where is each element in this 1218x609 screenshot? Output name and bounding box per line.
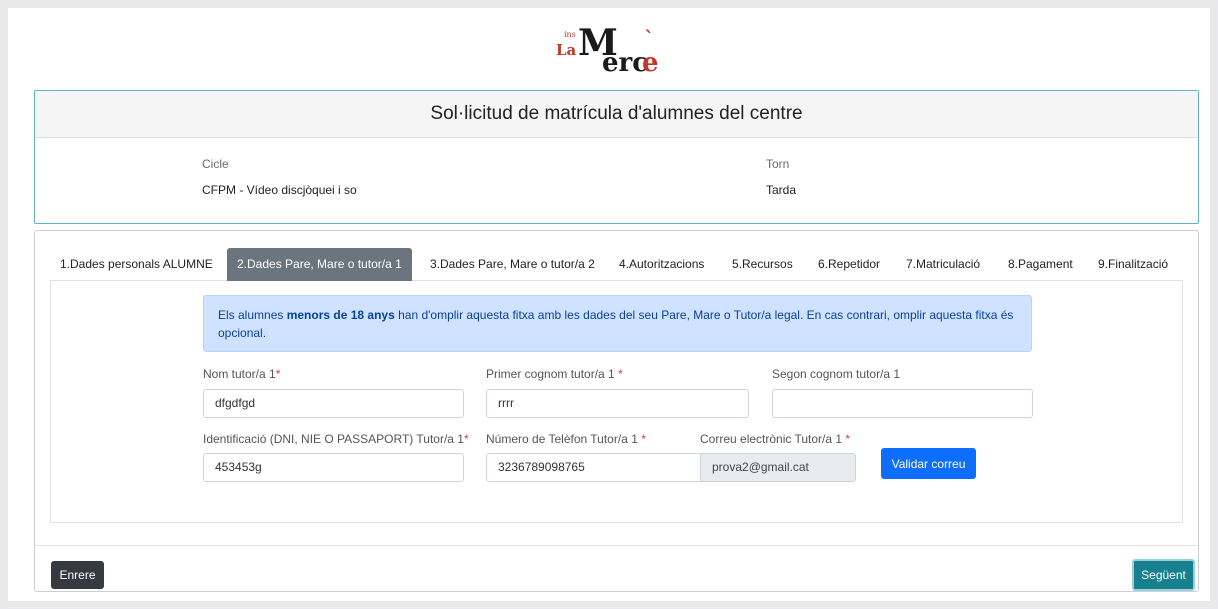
tab-matriculacio[interactable]: 7.Matriculació [896,248,990,281]
segon-cognom-input[interactable] [772,389,1033,418]
torn-label: Torn [766,157,790,171]
tab-dades-alumne[interactable]: 1.Dades personals ALUMNE [50,248,223,281]
cicle-value: CFPM - Vídeo discjòquei i so [202,183,357,197]
la-merce-logo-icon: ins La M erc e ` [556,22,659,78]
tab-finalitzacio[interactable]: 9.Finalització [1088,248,1178,281]
logo-accent-text: ` [644,26,654,50]
required-mark: * [463,432,469,446]
segon-cognom-label: Segon cognom tutor/a 1 [772,367,901,381]
logo-la-text: La [556,41,577,59]
cicle-label: Cicle [202,157,229,171]
nom-tutor-input[interactable]: dfgdfgd [203,389,464,418]
required-mark: * [275,367,281,381]
tab-pane-tutor-1: Els alumnes menors de 18 anys han d'ompl… [50,281,1183,523]
telefon-label-text: Número de Telèfon Tutor/a 1 [486,432,642,446]
alert-text-bold: menors de 18 anys [286,308,395,322]
alert-text-start: Els alumnes [218,308,287,322]
logo-e-text: e [642,48,659,78]
identificacio-label: Identificació (DNI, NIE O PASSAPORT) Tut… [203,432,469,446]
logo-ins-text: ins [564,30,576,39]
required-mark: * [641,432,646,446]
enrollment-header-card: Sol·licitud de matrícula d'alumnes del c… [34,90,1199,224]
tab-dades-tutor-2[interactable]: 3.Dades Pare, Mare o tutor/a 2 [420,248,605,281]
school-logo: ins La M erc e ` [8,12,1210,82]
tab-dades-tutor-1[interactable]: 2.Dades Pare, Mare o tutor/a 1 [227,248,412,281]
correu-input[interactable]: prova2@gmail.cat [700,453,856,482]
nom-tutor-label-text: Nom tutor/a 1 [203,367,276,381]
page: ins La M erc e ` Sol·licitud de matrícul… [8,8,1210,601]
identificacio-label-text: Identificació (DNI, NIE O PASSAPORT) Tut… [203,432,464,446]
identificacio-input[interactable]: 453453g [203,453,464,482]
form-card: 1.Dades personals ALUMNE 2.Dades Pare, M… [34,230,1199,592]
footer-divider [35,545,1198,546]
correu-label: Correu electrònic Tutor/a 1 * [700,432,850,446]
page-title: Sol·licitud de matrícula d'alumnes del c… [35,91,1198,138]
required-mark: * [845,432,851,446]
telefon-label: Número de Telèfon Tutor/a 1 * [486,432,646,446]
info-alert: Els alumnes menors de 18 anys han d'ompl… [203,295,1032,352]
primer-cognom-label-text: Primer cognom tutor/a 1 [486,367,619,381]
tab-repetidor[interactable]: 6.Repetidor [808,248,890,281]
torn-value: Tarda [766,183,797,197]
validar-correu-button[interactable]: Validar correu [881,448,976,479]
primer-cognom-input[interactable]: rrrr [486,389,749,418]
next-button[interactable]: Següent [1132,559,1195,591]
correu-label-text: Correu electrònic Tutor/a 1 [700,432,846,446]
required-mark: * [618,367,623,381]
primer-cognom-label: Primer cognom tutor/a 1 * [486,367,623,381]
form-tabs: 1.Dades personals ALUMNE 2.Dades Pare, M… [50,248,1183,281]
back-button[interactable]: Enrere [51,561,104,589]
nom-tutor-label: Nom tutor/a 1* [203,367,280,381]
tab-recursos[interactable]: 5.Recursos [722,248,803,281]
tab-pagament[interactable]: 8.Pagament [998,248,1083,281]
tab-autoritzacions[interactable]: 4.Autoritzacions [609,248,714,281]
